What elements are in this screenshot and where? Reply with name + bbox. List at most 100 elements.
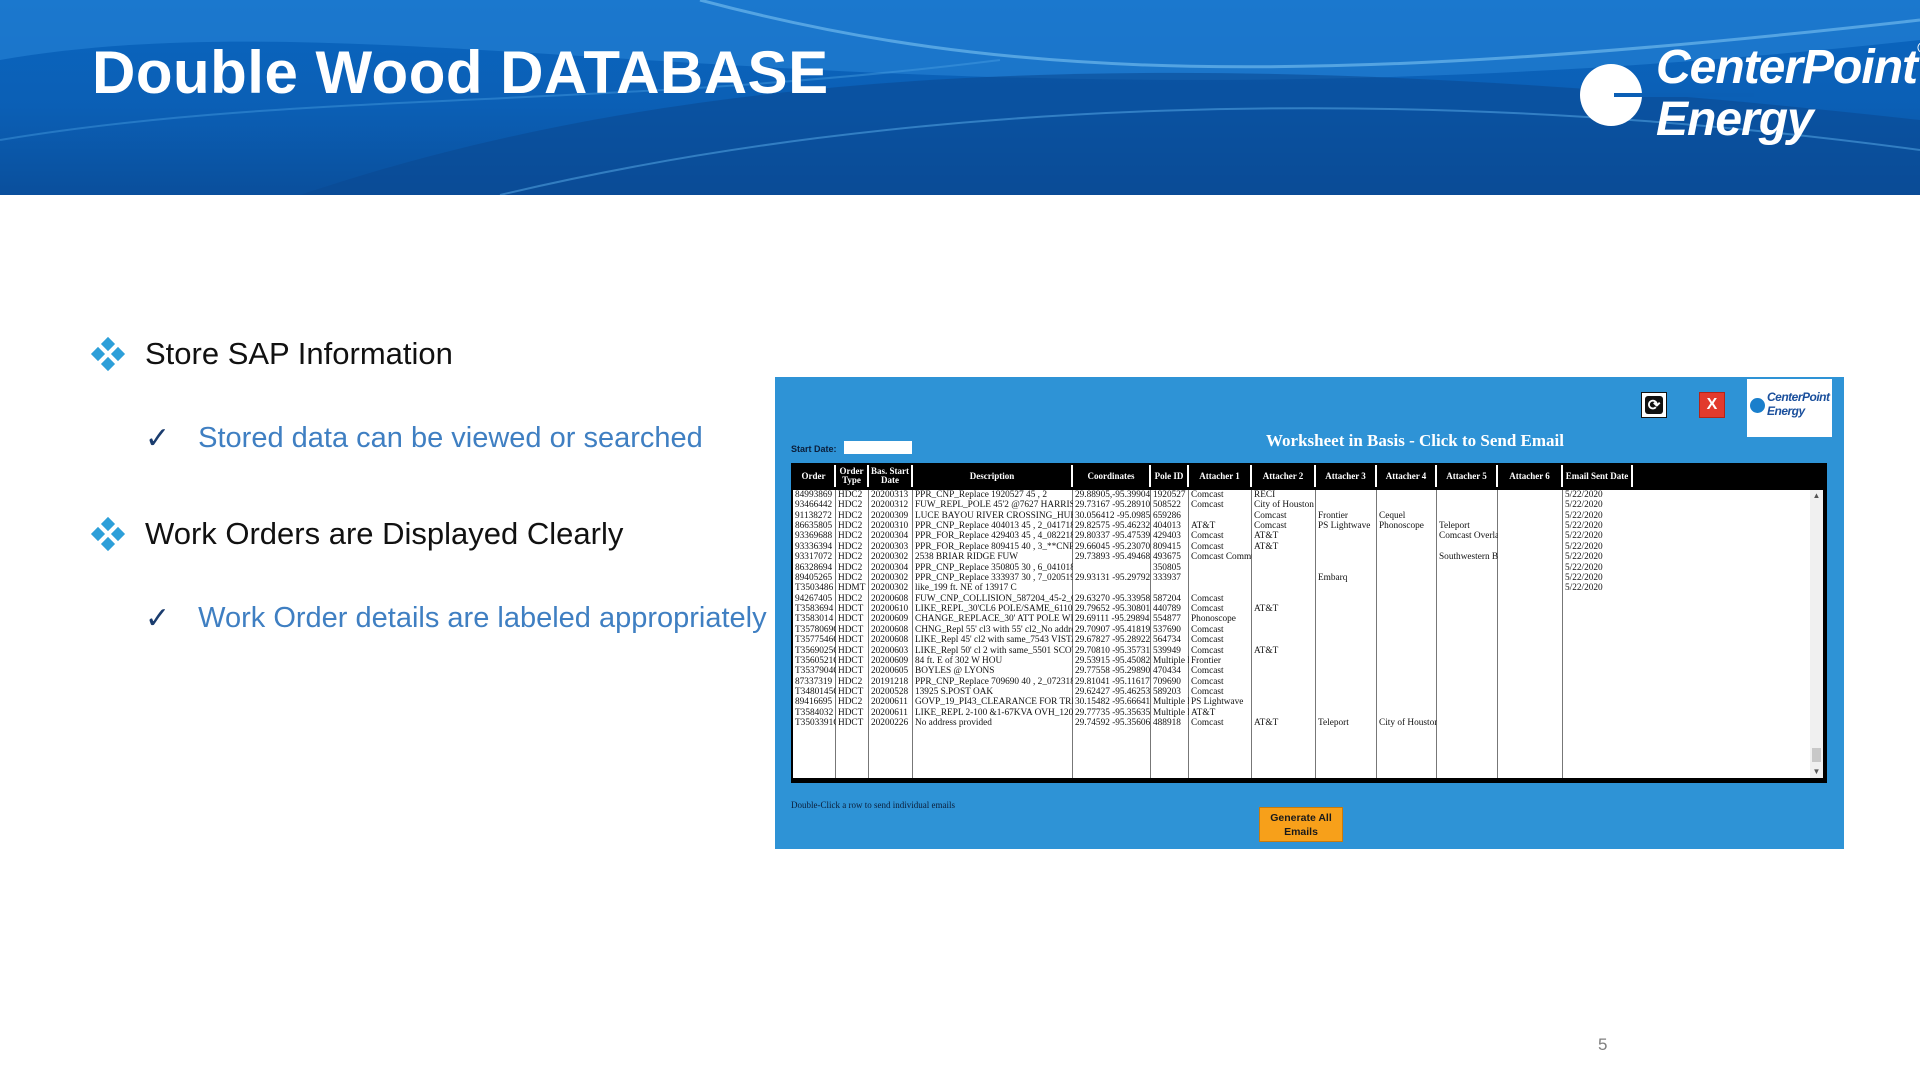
- table-cell: 29.73893 -95.49468: [1075, 552, 1151, 563]
- table-cell: [1189, 583, 1252, 593]
- table-body[interactable]: 84993869 HDC2 20200313 PPR_CNP_Replace 1920…: [793, 490, 1810, 778]
- column-header[interactable]: Attacher 5: [1437, 465, 1498, 487]
- table-cell: T3577546C: [795, 635, 836, 646]
- table-cell: [1498, 708, 1563, 718]
- column-header[interactable]: Description: [913, 465, 1073, 487]
- table-cell: [1498, 677, 1563, 687]
- column-header[interactable]: Coordinates: [1073, 465, 1151, 487]
- double-click-hint: Double-Click a row to send individual em…: [791, 800, 955, 810]
- table-cell: [1252, 563, 1316, 573]
- table-cell: HDC2: [838, 500, 863, 511]
- table-cell: [1437, 500, 1498, 510]
- table-cell: 809415: [1153, 541, 1181, 552]
- table-cell: 1920527: [1153, 490, 1186, 500]
- table-cell: 20191218: [871, 676, 909, 687]
- table-cell: 5/22/2020: [1565, 490, 1603, 500]
- table-cell: 440789: [1153, 604, 1181, 615]
- table-cell: HDCT: [838, 718, 864, 729]
- table-cell: 5/22/2020: [1565, 572, 1603, 583]
- app-logo-circle-icon: [1750, 398, 1765, 413]
- table-cell: [1377, 708, 1437, 718]
- table-cell: Comcast: [1191, 531, 1224, 542]
- column-header[interactable]: Email Sent Date: [1563, 465, 1633, 487]
- table-cell: Comcast: [1191, 676, 1224, 687]
- column-header[interactable]: Attacher 2: [1252, 465, 1316, 487]
- table-cell: HDCT: [838, 624, 864, 635]
- table-cell: Embarq: [1318, 572, 1348, 583]
- table-cell: HDC2: [838, 562, 863, 573]
- diamond-bullet-icon: [90, 336, 126, 372]
- table-cell: PS Lightwave: [1191, 697, 1244, 708]
- table-cell: 89405265: [795, 572, 833, 583]
- scroll-up-icon[interactable]: ▲: [1810, 490, 1823, 502]
- table-row[interactable]: T3503391C HDCT 20200226 No address provided…: [793, 718, 1810, 731]
- column-header[interactable]: Attacher 6: [1498, 465, 1563, 487]
- column-header[interactable]: Attacher 3: [1316, 465, 1377, 487]
- table-cell: [1377, 552, 1437, 562]
- table-cell: [1563, 656, 1633, 666]
- table-cell: Comcast: [1191, 687, 1224, 698]
- table-cell: PPR_CNP_Replace 404013 45 , 2_041718: [915, 521, 1073, 532]
- table-cell: [1437, 656, 1498, 666]
- table-cell: [1316, 490, 1377, 500]
- table-scrollbar[interactable]: ▲ ▼: [1810, 490, 1823, 778]
- column-header[interactable]: Attacher 4: [1377, 465, 1437, 487]
- table-cell: T3560521C: [795, 655, 836, 666]
- table-cell: Comcast: [1191, 541, 1224, 552]
- logo-text-energy: Energy: [1656, 93, 1814, 146]
- table-cell: AT&T: [1254, 604, 1279, 615]
- table-cell: 429403: [1153, 531, 1181, 542]
- title-banner: Double Wood DATABASE CenterPoint® Energy: [0, 0, 1920, 195]
- start-date-input[interactable]: [844, 441, 912, 454]
- table-cell: 29.53915 -95.45082: [1075, 655, 1151, 666]
- table-cell: 29.77735 -95.35635: [1075, 707, 1151, 718]
- table-cell: Teleport: [1439, 521, 1470, 532]
- table-cell: 93466442: [795, 500, 833, 511]
- table-cell: HDC2: [838, 697, 863, 708]
- table-cell: Cequel: [1379, 510, 1406, 521]
- checkmark-icon: ✓: [145, 602, 171, 635]
- generate-all-emails-button[interactable]: Generate All Emails: [1259, 807, 1343, 842]
- table-cell: AT&T: [1191, 521, 1216, 532]
- table-cell: T3569025C: [795, 645, 836, 656]
- table-cell: T3583694: [795, 604, 834, 615]
- table-cell: 20200605: [871, 666, 909, 677]
- table-cell: 93336394: [795, 541, 833, 552]
- table-cell: 29.63270 -95.33958: [1075, 593, 1151, 604]
- table-cell: 87337319: [795, 676, 833, 687]
- table-cell: 29.66045 -95.23070: [1075, 541, 1151, 552]
- scroll-thumb[interactable]: [1812, 748, 1821, 762]
- table-cell: [1437, 594, 1498, 604]
- table-cell: 29.77558 -95.29890: [1075, 666, 1151, 677]
- refresh-button[interactable]: ⟳: [1641, 392, 1667, 418]
- table-cell: 29.88905,-95.39904: [1075, 490, 1151, 500]
- table-cell: 564734: [1153, 635, 1181, 646]
- table-cell: [1563, 625, 1633, 635]
- column-header[interactable]: Order: [793, 465, 836, 487]
- table-cell: 5/22/2020: [1565, 583, 1603, 594]
- table-cell: [1498, 542, 1563, 552]
- close-button[interactable]: X: [1699, 392, 1725, 418]
- table-cell: [1563, 697, 1633, 707]
- table-cell: Comcast: [1191, 645, 1224, 656]
- bullet-1: Store SAP Information: [90, 336, 453, 372]
- column-header[interactable]: Pole ID: [1151, 465, 1189, 487]
- table-cell: [1563, 614, 1633, 624]
- scroll-down-icon[interactable]: ▼: [1810, 766, 1823, 778]
- column-header[interactable]: Bas. Start Date: [869, 465, 913, 487]
- table-cell: [1498, 614, 1563, 624]
- table-cell: [1377, 646, 1437, 656]
- table-cell: Comcast: [1191, 666, 1224, 677]
- table-cell: Comcast: [1191, 593, 1224, 604]
- table-cell: T3583014: [795, 614, 834, 625]
- table-cell: BOYLES @ LYONS: [915, 666, 995, 677]
- table-cell: AT&T: [1254, 718, 1279, 729]
- start-date-label: Start Date:: [791, 444, 837, 454]
- table-cell: AT&T: [1191, 707, 1216, 718]
- column-header[interactable]: Attacher 1: [1189, 465, 1252, 487]
- table-cell: [1377, 531, 1437, 541]
- table-cell: 20200611: [871, 697, 908, 708]
- column-header[interactable]: Order Type: [836, 465, 869, 487]
- table-cell: HDC2: [838, 593, 863, 604]
- table-cell: [1498, 718, 1563, 728]
